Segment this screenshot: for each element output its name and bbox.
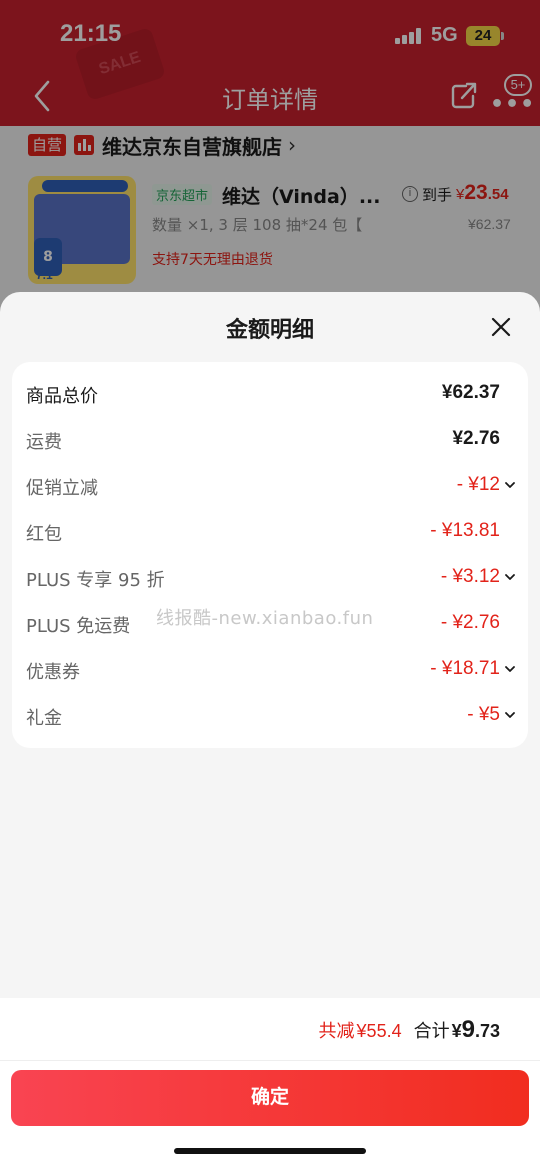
- row-value: - ¥12: [456, 474, 500, 495]
- sheet-title: 金额明细: [225, 318, 314, 343]
- row-label: 红包: [26, 524, 62, 545]
- close-icon[interactable]: [490, 316, 512, 338]
- chevron-down-icon[interactable]: [504, 572, 516, 582]
- row-label: PLUS 专享 95 折: [26, 570, 165, 591]
- confirm-button[interactable]: 确定: [11, 1070, 529, 1126]
- row-label: 优惠券: [26, 662, 80, 683]
- amount-detail-sheet: 金额明细 商品总价 ¥62.37 运费 ¥2.76 促销立减 - ¥12 红包 …: [0, 292, 540, 1168]
- detail-row-promo-discount[interactable]: 促销立减 - ¥12: [12, 464, 528, 510]
- total-label: 合计: [413, 1021, 450, 1042]
- chevron-down-icon[interactable]: [504, 480, 516, 490]
- divider: [0, 1060, 540, 1061]
- row-label: PLUS 免运费: [26, 616, 131, 637]
- row-value: - ¥13.81: [430, 520, 500, 541]
- chevron-down-icon[interactable]: [504, 664, 516, 674]
- reduce-value: ¥55.4: [356, 1021, 402, 1041]
- row-label: 促销立减: [26, 478, 98, 499]
- home-indicator[interactable]: [174, 1148, 366, 1154]
- detail-row-coupon[interactable]: 优惠券 - ¥18.71: [12, 648, 528, 694]
- row-label: 运费: [26, 432, 62, 453]
- total-value: ¥9.73: [451, 1016, 500, 1043]
- row-value: - ¥3.12: [440, 566, 500, 587]
- detail-row-red-packet: 红包 - ¥13.81: [12, 510, 528, 556]
- detail-row-gift-money[interactable]: 礼金 - ¥5: [12, 694, 528, 740]
- reduce-label: 共减: [318, 1021, 355, 1042]
- chevron-down-icon[interactable]: [504, 710, 516, 720]
- row-value: - ¥2.76: [440, 612, 500, 633]
- row-label: 礼金: [26, 708, 62, 729]
- row-value: - ¥18.71: [430, 658, 500, 679]
- row-value: ¥2.76: [452, 428, 500, 449]
- row-label: 商品总价: [26, 386, 98, 407]
- detail-row-plus-discount[interactable]: PLUS 专享 95 折 - ¥3.12: [12, 556, 528, 602]
- watermark-text: 线报酷-new.xianbao.fun: [156, 608, 374, 629]
- row-value: - ¥5: [467, 704, 500, 725]
- total-summary: 共减 ¥55.4 合计 ¥9.73: [319, 1016, 500, 1044]
- row-value: ¥62.37: [441, 382, 500, 403]
- sheet-footer: 共减 ¥55.4 合计 ¥9.73 确定: [0, 998, 540, 1168]
- detail-row-shipping: 运费 ¥2.76: [12, 418, 528, 464]
- amount-detail-card: 商品总价 ¥62.37 运费 ¥2.76 促销立减 - ¥12 红包 - ¥13…: [12, 362, 528, 748]
- detail-row-goods-total: 商品总价 ¥62.37: [12, 372, 528, 418]
